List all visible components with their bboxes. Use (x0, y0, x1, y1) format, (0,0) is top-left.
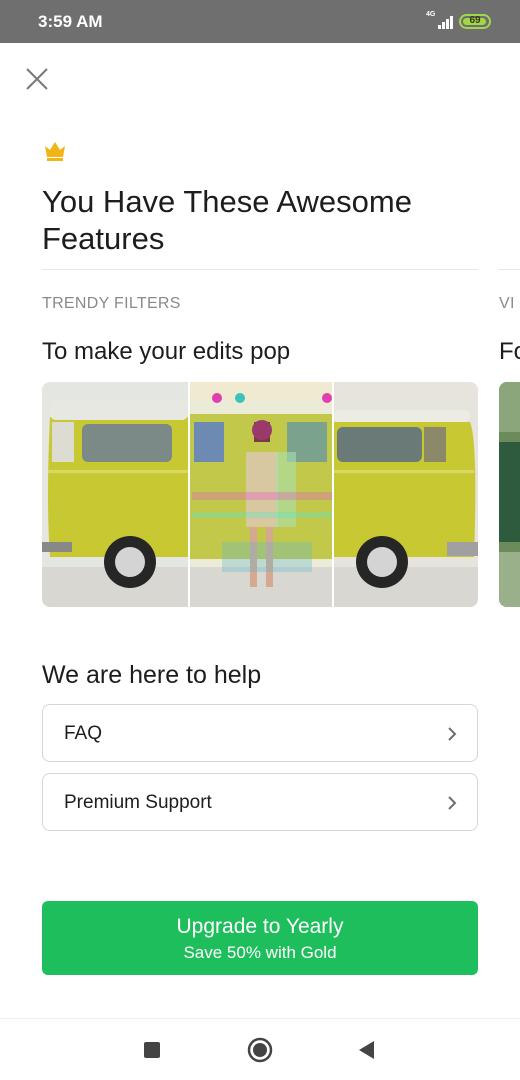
next-feature-image[interactable] (499, 382, 520, 607)
chevron-right-icon (448, 796, 457, 810)
close-button[interactable] (22, 64, 52, 94)
close-icon (26, 68, 48, 90)
upgrade-title: Upgrade to Yearly (176, 915, 344, 938)
back-button[interactable] (351, 1035, 381, 1065)
system-nav-bar (0, 1018, 520, 1080)
faq-label: FAQ (64, 723, 103, 744)
crown-icon (43, 138, 67, 162)
next-feature-divider (499, 269, 520, 270)
upgrade-yearly-button[interactable]: Upgrade to Yearly Save 50% with Gold (42, 901, 478, 975)
feature-divider (42, 269, 478, 270)
network-type: 4G (426, 11, 436, 18)
filter-preview-image[interactable] (42, 382, 478, 607)
faq-button[interactable]: FAQ (42, 704, 478, 762)
help-section-title: We are here to help (42, 661, 262, 689)
recents-icon (144, 1042, 160, 1058)
next-feature-label: VI (499, 295, 515, 312)
chevron-right-icon (448, 727, 457, 741)
status-bar: 3:59 AM 4G 69 (0, 0, 520, 43)
page-title: You Have These Awesome Features (42, 184, 412, 256)
upgrade-subtitle: Save 50% with Gold (183, 943, 337, 962)
premium-support-button[interactable]: Premium Support (42, 773, 478, 831)
feature-title: To make your edits pop (42, 338, 291, 365)
back-icon (359, 1041, 374, 1059)
battery-level: 69 (469, 15, 481, 26)
premium-support-label: Premium Support (64, 792, 212, 813)
home-button[interactable] (245, 1035, 275, 1065)
status-time: 3:59 AM (38, 12, 103, 31)
recents-button[interactable] (137, 1035, 167, 1065)
battery-icon: 69 (459, 14, 491, 29)
next-feature-title: Fo (499, 338, 520, 365)
home-icon (247, 1037, 273, 1063)
feature-label: TRENDY FILTERS (42, 295, 181, 312)
